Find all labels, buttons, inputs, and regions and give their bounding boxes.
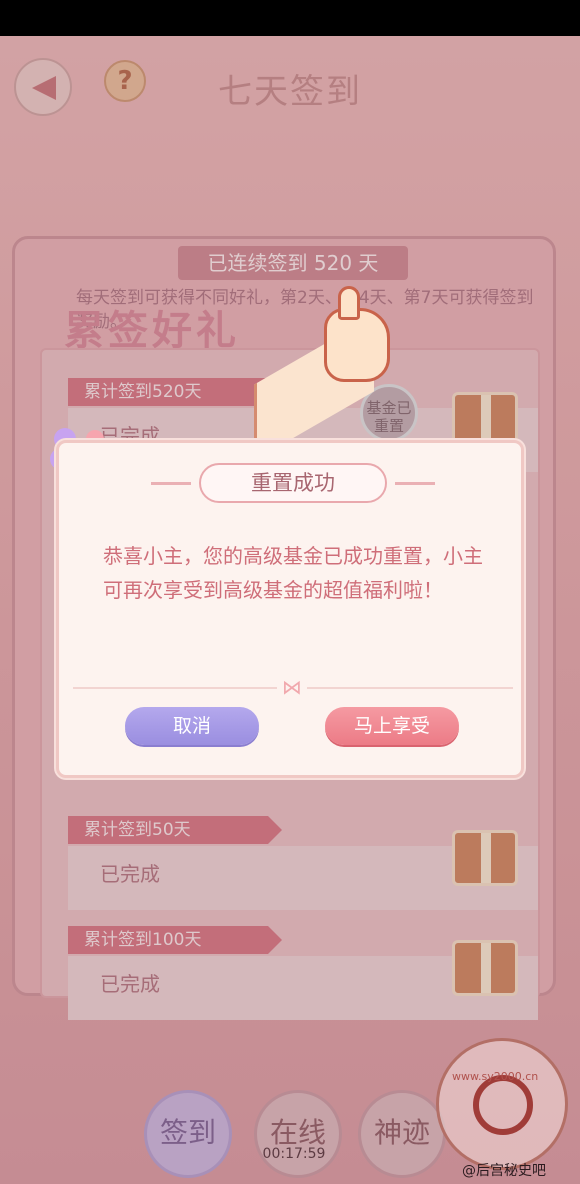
watermark-ring bbox=[473, 1075, 533, 1135]
list-item-tag: 累计签到100天 bbox=[68, 926, 282, 954]
enjoy-now-button[interactable]: 马上享受 bbox=[325, 707, 459, 745]
back-button[interactable] bbox=[14, 58, 72, 116]
gift-box-icon[interactable] bbox=[452, 940, 518, 996]
weibo-handle: @后宫秘史吧 bbox=[462, 1163, 546, 1179]
watermark-logo-icon bbox=[436, 1038, 568, 1170]
reset-success-dialog: 重置成功 恭喜小主，您的高级基金已成功重置，小主可再次享受到高级基金的超值福利啦… bbox=[56, 440, 524, 778]
cancel-button[interactable]: 取消 bbox=[125, 707, 259, 745]
list-item-tag: 累计签到50天 bbox=[68, 816, 282, 844]
status-bar bbox=[0, 0, 580, 36]
online-timer: 00:17:59 bbox=[262, 1146, 326, 1162]
thumbs-up-icon bbox=[254, 286, 404, 461]
nav-online-button[interactable]: 在线 bbox=[254, 1090, 342, 1178]
nav-sign-in-button[interactable]: 签到 bbox=[144, 1090, 232, 1178]
bow-icon: ⋈ bbox=[277, 677, 307, 697]
dialog-title: 重置成功 bbox=[151, 463, 435, 503]
page-title: 七天签到 bbox=[218, 72, 362, 112]
list-item: 累计签到50天 已完成 bbox=[68, 816, 538, 916]
list-item-tag: 累计签到520天 bbox=[68, 378, 282, 406]
help-button[interactable]: ? bbox=[104, 60, 146, 102]
gift-box-icon[interactable] bbox=[452, 830, 518, 886]
list-item-status: 已完成 bbox=[100, 972, 160, 996]
nav-miracle-button[interactable]: 神迹 bbox=[358, 1090, 446, 1178]
watermark-site: www.sy2000.cn bbox=[452, 1070, 539, 1083]
list-item: 累计签到100天 已完成 bbox=[68, 926, 538, 1026]
thumb-shape bbox=[338, 286, 360, 320]
dialog-message: 恭喜小主，您的高级基金已成功重置，小主可再次享受到高级基金的超值福利啦！ bbox=[103, 544, 483, 602]
back-arrow-icon bbox=[32, 76, 56, 100]
list-item-status: 已完成 bbox=[100, 862, 160, 886]
streak-counter: 已连续签到 520 天 bbox=[178, 246, 408, 280]
